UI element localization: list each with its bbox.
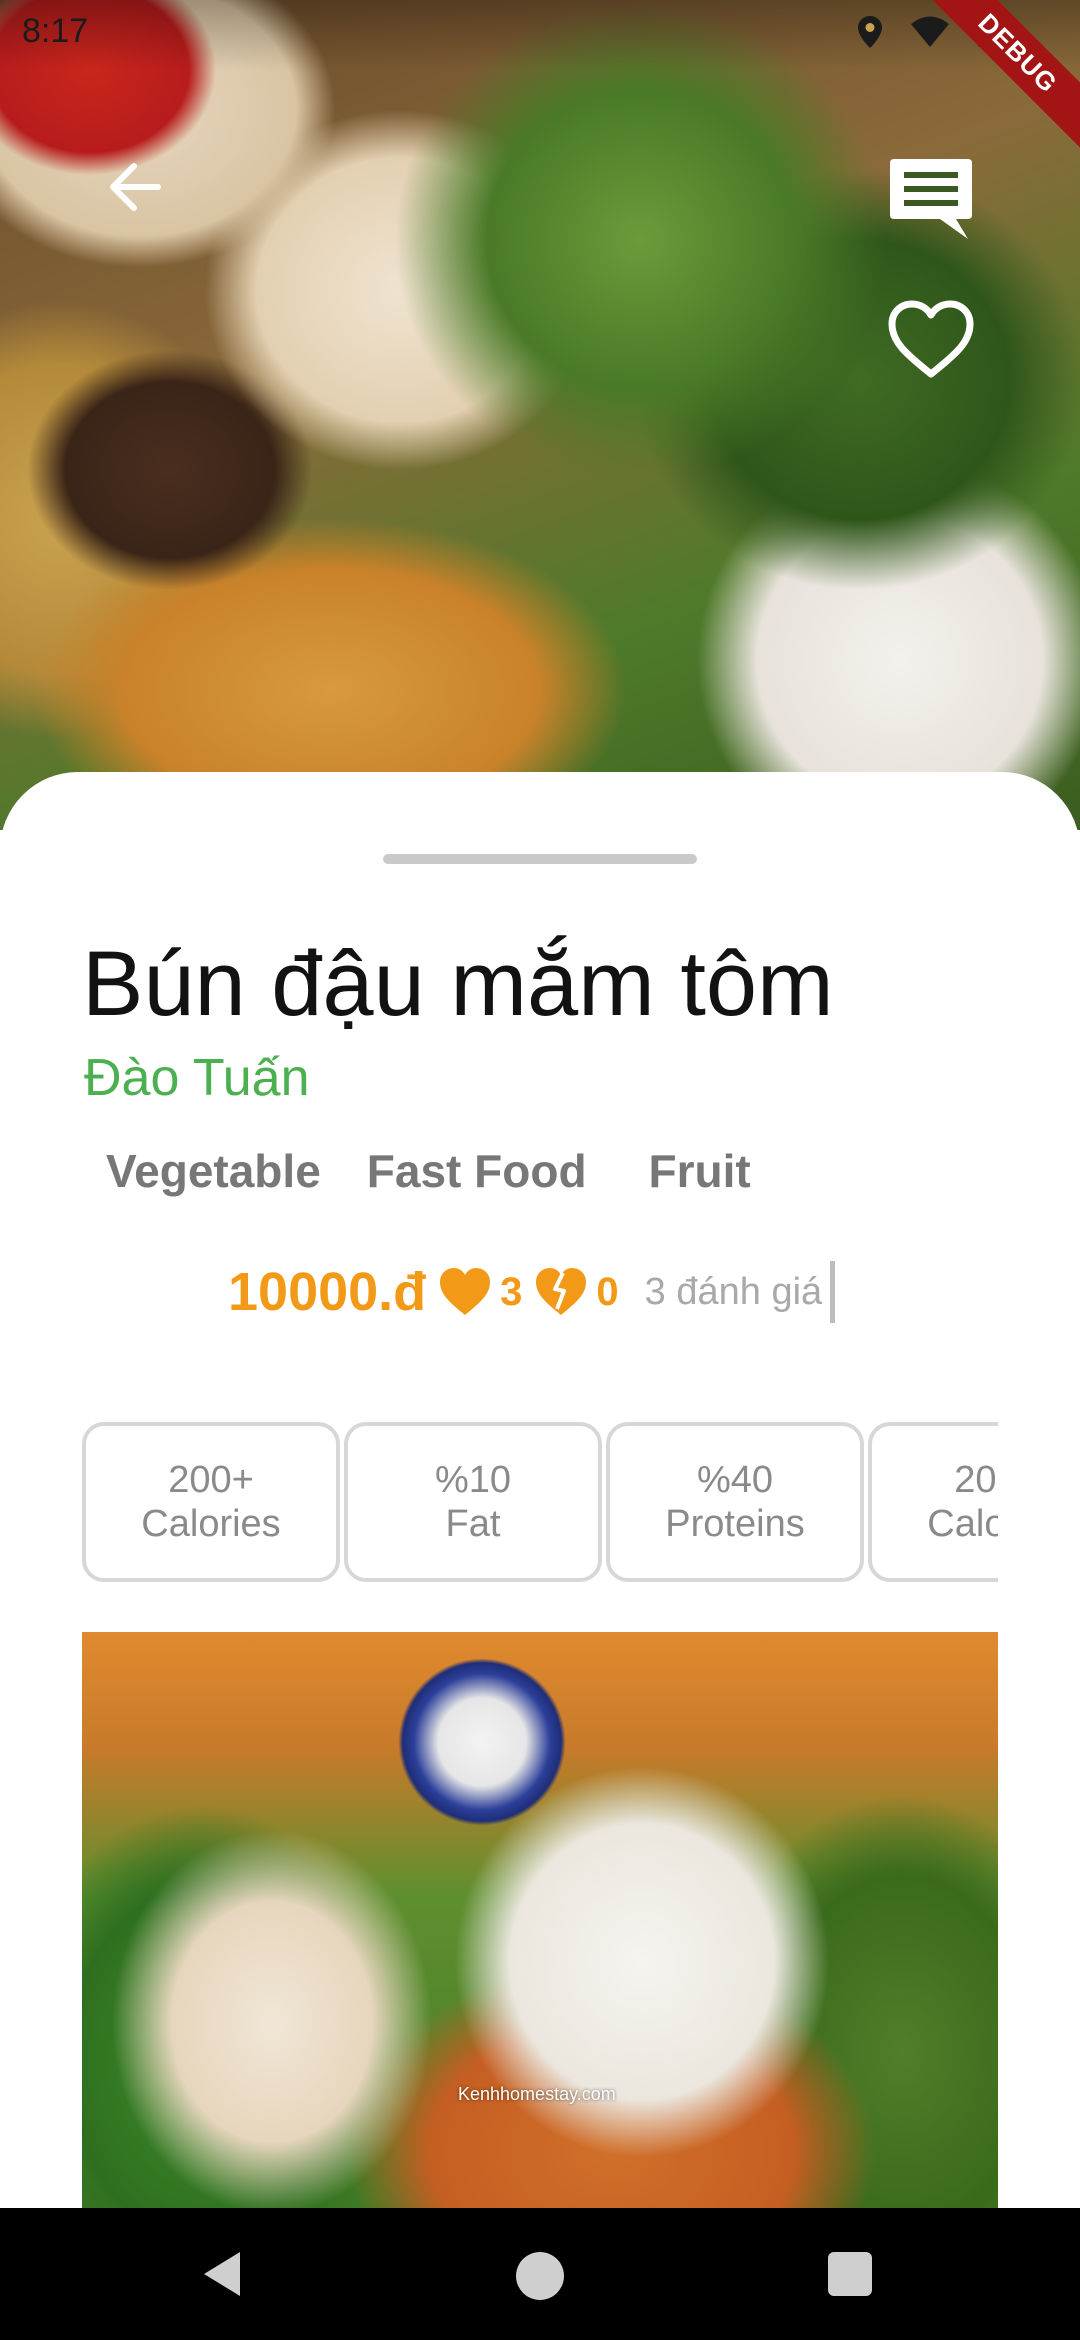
nutrition-card-calories-2: 200+ Calories xyxy=(868,1422,998,1582)
comment-icon xyxy=(890,159,972,239)
category-list: Vegetable Fast Food Fruit xyxy=(106,1144,751,1198)
nutrition-card-proteins: %40 Proteins xyxy=(606,1422,864,1582)
back-button[interactable] xyxy=(100,152,170,222)
category-fruit[interactable]: Fruit xyxy=(649,1144,751,1198)
heart-broken-icon[interactable] xyxy=(532,1263,590,1321)
nutrition-label: Fat xyxy=(445,1503,501,1545)
nutrition-label: Calories xyxy=(927,1503,998,1545)
nutrition-value: %10 xyxy=(434,1459,512,1501)
nutrition-value: 200+ xyxy=(954,1459,998,1501)
nutrition-label: Proteins xyxy=(665,1503,805,1545)
detail-sheet[interactable]: Bún đậu mắm tôm Đào Tuấn Vegetable Fast … xyxy=(0,772,1080,2208)
nav-home-icon[interactable] xyxy=(516,2252,564,2300)
dish-hero-image xyxy=(0,0,1080,830)
nav-back-icon[interactable] xyxy=(196,2246,246,2302)
nutrition-value: 200+ xyxy=(168,1459,254,1501)
text-caret xyxy=(830,1261,836,1323)
comment-button[interactable] xyxy=(886,155,976,243)
nutrition-label: Calories xyxy=(141,1503,281,1545)
favorite-button[interactable] xyxy=(886,298,976,382)
category-fast-food[interactable]: Fast Food xyxy=(367,1144,587,1198)
arrow-left-icon xyxy=(110,163,161,211)
drag-handle[interactable] xyxy=(383,854,697,864)
price: 10000.đ xyxy=(228,1262,427,1322)
like-count: 3 xyxy=(500,1269,523,1314)
heart-filled-icon[interactable] xyxy=(436,1263,494,1321)
location-icon xyxy=(858,16,882,48)
dish-title: Bún đậu mắm tôm xyxy=(82,933,834,1035)
nutrition-scroller[interactable]: 200+ Calories %10 Fat %40 Proteins 200+ … xyxy=(82,1422,998,1584)
nutrition-card-fat: %10 Fat xyxy=(344,1422,602,1582)
dislike-count: 0 xyxy=(596,1269,619,1314)
stats-row: 10000.đ 3 0 3 đánh giá xyxy=(228,1252,836,1332)
status-bar: 8:17 DEBUG xyxy=(0,0,1080,155)
nutrition-card-calories: 200+ Calories xyxy=(82,1422,340,1582)
review-count[interactable]: 3 đánh giá xyxy=(645,1271,823,1314)
author-name[interactable]: Đào Tuấn xyxy=(84,1048,310,1108)
heart-outline-icon xyxy=(888,300,974,378)
dish-photo: Kenhhomestay.com xyxy=(82,1632,998,2208)
status-time: 8:17 xyxy=(22,12,89,50)
category-vegetable[interactable]: Vegetable xyxy=(106,1144,321,1198)
wifi-icon xyxy=(911,16,949,47)
photo-watermark: Kenhhomestay.com xyxy=(458,2084,616,2104)
nav-recents-icon[interactable] xyxy=(828,2252,872,2296)
nutrition-value: %40 xyxy=(696,1459,774,1501)
nutrition-track: 200+ Calories %10 Fat %40 Proteins 200+ … xyxy=(82,1422,998,1582)
system-nav-bar xyxy=(0,2208,1080,2340)
